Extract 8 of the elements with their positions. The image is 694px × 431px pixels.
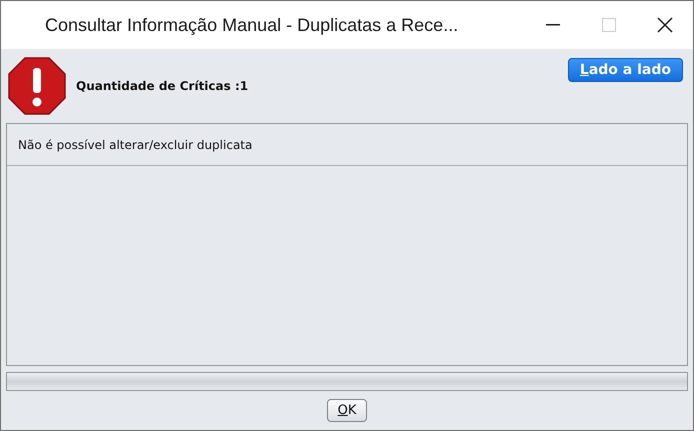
window-title: Consultar Informação Manual - Duplicatas a Rece... [45, 14, 460, 36]
minimize-icon[interactable] [546, 24, 560, 26]
side-by-side-button[interactable]: Lado a lado [568, 58, 683, 82]
message-text[interactable]: Não é possível alterar/excluir duplicata [18, 138, 252, 152]
ok-button[interactable]: OK [326, 399, 368, 422]
close-icon[interactable] [657, 17, 673, 33]
critics-count-label: Quantidade de Críticas :1 [76, 79, 250, 93]
error-icon [8, 57, 66, 115]
